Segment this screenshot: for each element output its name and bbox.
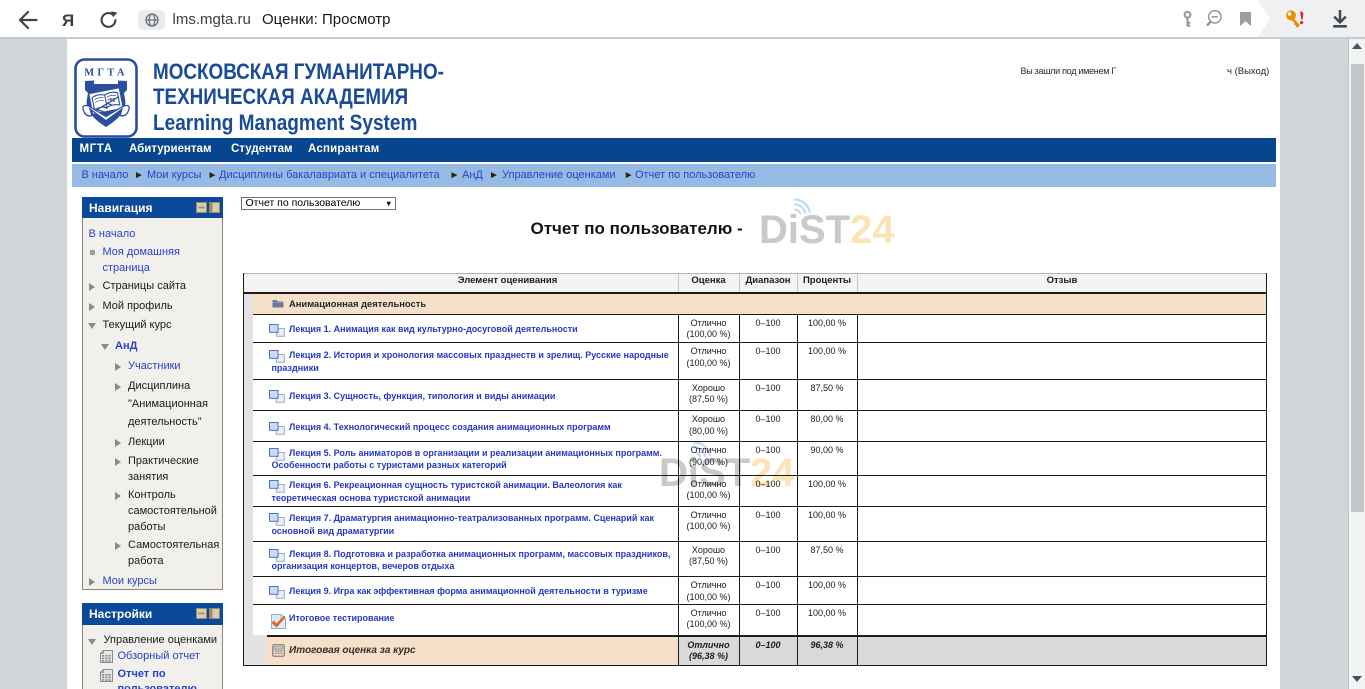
svg-text:МГТА: МГТА	[84, 67, 127, 78]
